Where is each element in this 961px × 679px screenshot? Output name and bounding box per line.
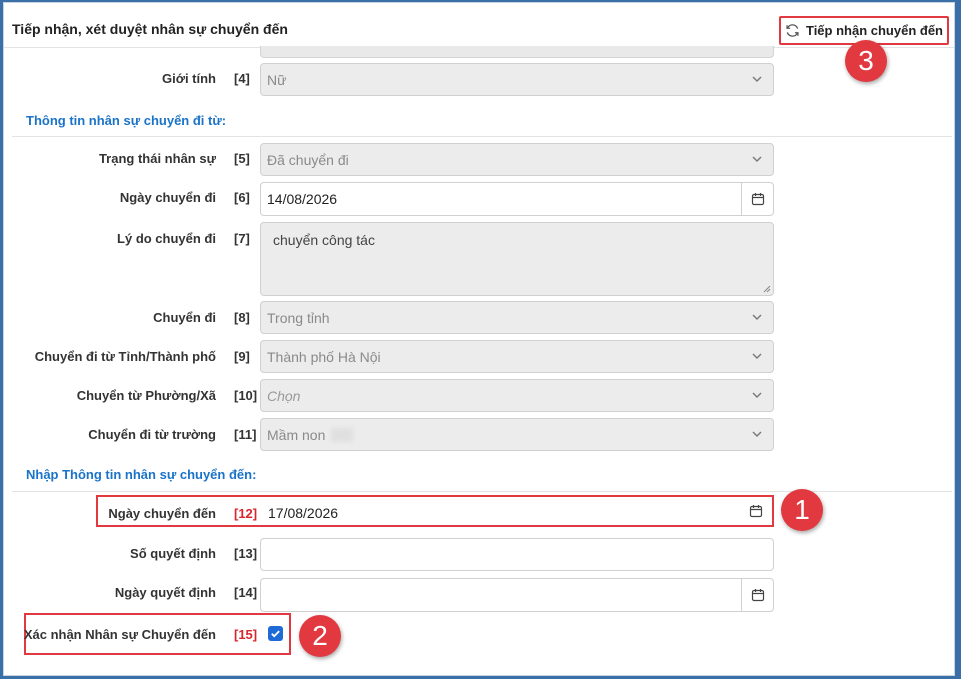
arrive-date-value: 17/08/2026: [268, 505, 339, 521]
from-school-num: [11]: [234, 427, 257, 442]
decision-no-label: Số quyết định: [130, 546, 216, 561]
status-select[interactable]: Đã chuyển đi: [260, 143, 774, 176]
step-badge-1: 1: [781, 489, 823, 531]
from-ward-label: Chuyển từ Phường/Xã: [76, 388, 216, 403]
transfer-scope-select[interactable]: Trong tỉnh: [260, 301, 774, 334]
calendar-icon: [749, 505, 763, 518]
from-school-label: Chuyển đi từ trường: [88, 427, 216, 442]
refresh-icon: [786, 24, 799, 37]
transfer-scope-num: [8]: [234, 310, 250, 325]
scrolled-field-stub: [260, 46, 774, 58]
status-label: Trạng thái nhân sự: [98, 151, 216, 166]
status-num: [5]: [234, 151, 250, 166]
confirm-checkbox[interactable]: [268, 626, 283, 641]
arrive-date-num: [12]: [234, 506, 258, 521]
leave-date-value: 14/08/2026: [267, 191, 338, 207]
from-province-select[interactable]: Thành phố Hà Nội: [260, 340, 774, 373]
arrive-date-label: Ngày chuyển đến: [108, 506, 216, 521]
section-to-title: Nhập Thông tin nhân sự chuyển đến:: [26, 467, 257, 482]
from-province-value: Thành phố Hà Nội: [267, 348, 381, 365]
from-ward-placeholder: Chọn: [267, 387, 301, 404]
transfer-scope-label: Chuyển đi: [153, 310, 216, 325]
decision-no-num: [13]: [234, 546, 258, 561]
decision-date-input[interactable]: [260, 578, 774, 612]
section-from-title: Thông tin nhân sự chuyển đi từ:: [26, 113, 227, 128]
confirm-num: [15]: [234, 627, 258, 642]
receive-transfer-label: Tiếp nhận chuyển đến: [805, 23, 943, 38]
calendar-button[interactable]: [741, 183, 773, 215]
leave-date-num: [6]: [234, 190, 250, 205]
leave-date-label: Ngày chuyển đi: [119, 190, 216, 205]
resize-grip-icon[interactable]: [763, 285, 771, 293]
from-province-label: Chuyển đi từ Tỉnh/Thành phố: [34, 349, 216, 364]
chevron-down-icon: [752, 156, 762, 162]
redacted-text: [331, 427, 354, 442]
reason-num: [7]: [234, 231, 250, 246]
chevron-down-icon: [752, 314, 762, 320]
leave-date-input[interactable]: 14/08/2026: [260, 182, 774, 216]
chevron-down-icon: [752, 353, 762, 359]
gender-label: Giới tính: [161, 71, 216, 86]
step-badge-2: 2: [299, 615, 341, 657]
decision-date-num: [14]: [234, 585, 258, 600]
arrive-date-input[interactable]: 17/08/2026: [262, 497, 772, 525]
chevron-down-icon: [752, 431, 762, 437]
from-province-num: [9]: [234, 349, 250, 364]
decision-date-label: Ngày quyết định: [114, 585, 216, 600]
calendar-icon: [751, 589, 764, 602]
from-ward-select[interactable]: Chọn: [260, 379, 774, 412]
status-value: Đã chuyển đi: [267, 151, 349, 168]
from-school-value: Mầm non: [267, 426, 326, 443]
chevron-down-icon: [752, 392, 762, 398]
transfer-form-window: Tiếp nhận, xét duyệt nhân sự chuyển đến …: [3, 2, 955, 676]
reason-value: chuyển công tác: [273, 232, 375, 248]
from-ward-num: [10]: [234, 388, 258, 403]
reason-textarea[interactable]: chuyển công tác: [260, 222, 774, 296]
checkmark-icon: [271, 630, 280, 638]
gender-value: Nữ: [267, 71, 287, 88]
transfer-scope-value: Trong tỉnh: [267, 309, 330, 326]
page-title: Tiếp nhận, xét duyệt nhân sự chuyển đến: [12, 21, 288, 37]
confirm-label: Xác nhận Nhân sự Chuyển đến: [23, 627, 216, 642]
reason-label: Lý do chuyển đi: [117, 231, 216, 246]
calendar-icon: [751, 193, 764, 206]
gender-select[interactable]: Nữ: [260, 63, 774, 96]
gender-num: [4]: [234, 71, 250, 86]
calendar-button[interactable]: [740, 497, 772, 525]
section-divider: [12, 136, 952, 137]
from-school-select[interactable]: Mầm non: [260, 418, 774, 451]
decision-no-input[interactable]: [260, 538, 774, 571]
calendar-button[interactable]: [741, 579, 773, 611]
chevron-down-icon: [752, 76, 762, 82]
step-badge-3: 3: [845, 40, 887, 82]
